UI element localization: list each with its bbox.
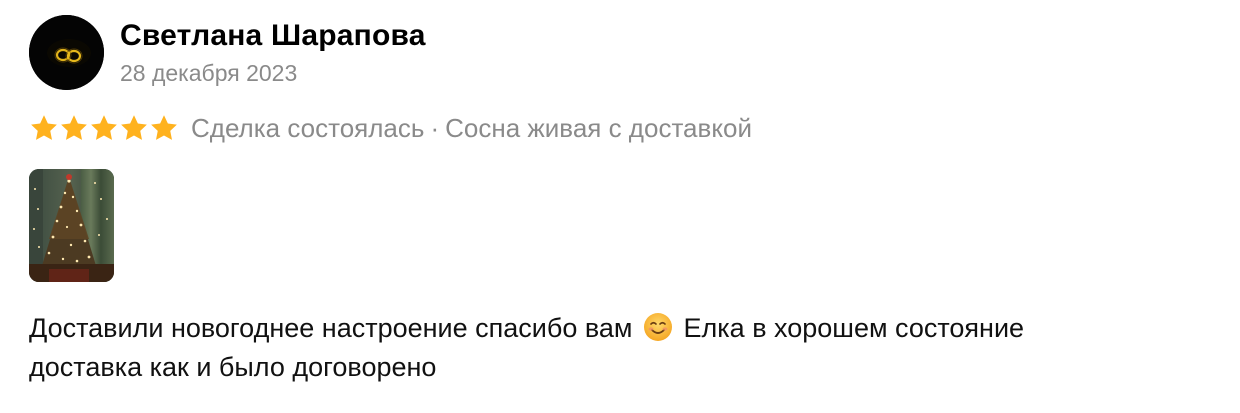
deal-status: Сделка состоялась bbox=[191, 113, 425, 143]
review-card: Светлана Шарапова 28 декабря 2023 Сделка… bbox=[0, 0, 1240, 413]
author-name[interactable]: Светлана Шарапова bbox=[120, 18, 426, 54]
review-text-line2: доставка как и было договорено bbox=[29, 352, 437, 382]
rating-row: Сделка состоялась · Сосна живая с достав… bbox=[29, 108, 752, 148]
separator-dot: · bbox=[430, 112, 440, 143]
star-icon bbox=[61, 115, 87, 140]
star-rating bbox=[29, 113, 179, 143]
star-icon bbox=[121, 115, 147, 140]
review-text-line1: Доставили новогоднее настроение спасибо … bbox=[29, 309, 1209, 348]
review-date: 28 декабря 2023 bbox=[120, 60, 298, 86]
avatar-image bbox=[29, 15, 104, 90]
avatar[interactable] bbox=[29, 15, 104, 90]
review-text-part2: Елка в хорошем состояние bbox=[683, 313, 1025, 343]
review-text: Доставили новогоднее настроение спасибо … bbox=[29, 309, 1209, 387]
star-icon bbox=[91, 115, 117, 140]
review-text-part1: Доставили новогоднее настроение спасибо … bbox=[29, 313, 633, 343]
smiling-face-icon bbox=[644, 313, 672, 341]
review-photo[interactable] bbox=[29, 169, 114, 282]
star-icon bbox=[31, 115, 57, 140]
christmas-tree-photo bbox=[29, 169, 114, 282]
star-icon bbox=[151, 115, 177, 140]
product-name: Сосна живая с доставкой bbox=[445, 113, 752, 143]
